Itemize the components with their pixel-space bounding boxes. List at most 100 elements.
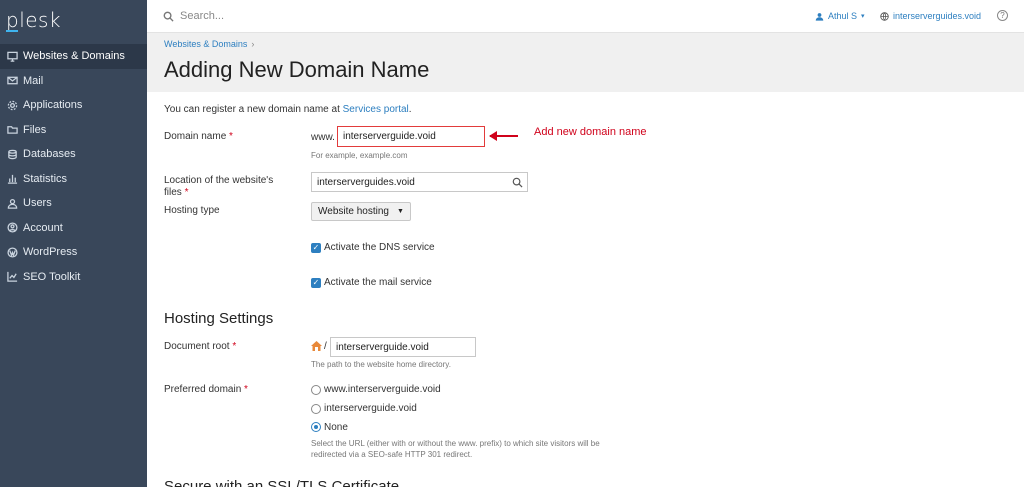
help-icon[interactable]: ? (997, 10, 1008, 21)
dns-checkbox-label: Activate the DNS service (324, 242, 435, 253)
sidebar-item-databases[interactable]: Databases (0, 142, 147, 167)
preferred-domain-label-text: Preferred domain (164, 384, 242, 395)
domain-name-input[interactable]: interserverguide.void (337, 126, 485, 147)
location-input[interactable]: interserverguides.void (311, 172, 528, 192)
sidebar-item-label: Databases (23, 148, 76, 161)
domain-name-label-text: Domain name (164, 131, 227, 142)
sidebar-item-seo-toolkit[interactable]: SEO Toolkit (0, 265, 147, 290)
required-mark: * (232, 341, 237, 352)
preferred-nowww-label: interserverguide.void (324, 403, 417, 414)
chevron-down-icon: ▼ (396, 208, 404, 215)
sidebar-item-statistics[interactable]: Statistics (0, 167, 147, 192)
preferred-none-label: None (324, 422, 348, 433)
sidebar-item-label: Websites & Domains (23, 50, 125, 63)
account-icon (6, 222, 18, 234)
breadcrumb: Websites & Domains › (164, 39, 254, 49)
annotation-text: Add new domain name (534, 126, 647, 138)
sidebar-item-files[interactable]: Files (0, 118, 147, 143)
preferred-none-radio[interactable] (311, 422, 321, 432)
globe-icon (880, 11, 889, 21)
preferred-domain-hint: Select the URL (either with or without t… (311, 438, 600, 460)
sidebar-item-label: WordPress (23, 246, 78, 259)
required-mark: * (244, 384, 248, 395)
sidebar-item-label: Statistics (23, 172, 68, 185)
seo-icon (6, 271, 18, 283)
preferred-nowww-radio[interactable] (311, 404, 321, 414)
home-icon (311, 341, 322, 351)
document-root-input[interactable]: interserverguide.void (330, 337, 476, 357)
document-root-hint: The path to the website home directory. (311, 360, 451, 369)
mail-checkbox[interactable]: ✓ (311, 278, 321, 288)
location-label: Location of the website's files * (164, 175, 273, 199)
www-prefix: www. (311, 132, 335, 143)
search-box[interactable]: Search... (163, 10, 224, 22)
breadcrumb-separator: › (251, 39, 255, 49)
subscription-name: interserverguides.void (893, 11, 982, 21)
main-content: You can register a new domain name at Se… (147, 92, 1024, 487)
sidebar-item-mail[interactable]: Mail (0, 69, 147, 94)
subscription-selector[interactable]: interserverguides.void (880, 11, 981, 21)
bar-chart-icon (6, 173, 18, 185)
search-icon (163, 11, 174, 22)
folder-icon (6, 124, 18, 136)
document-root-label-text: Document root (164, 341, 230, 352)
document-root-value: interserverguide.void (336, 341, 429, 353)
top-bar: Search... Athul S ▾ interserverguides.vo… (147, 0, 1024, 33)
preferred-hint-line2: redirected via a SEO-safe HTTP 301 redir… (311, 450, 473, 459)
user-icon (815, 12, 824, 21)
intro-text-end: . (408, 104, 412, 115)
required-mark: * (184, 187, 189, 198)
search-icon[interactable] (512, 177, 523, 188)
preferred-hint-line1: Select the URL (either with or without t… (311, 439, 600, 448)
hosting-type-value: Website hosting (318, 206, 389, 217)
sidebar-item-label: Files (23, 123, 47, 136)
sidebar-item-account[interactable]: Account (0, 216, 147, 241)
hosting-settings-title: Hosting Settings (164, 310, 274, 327)
sidebar-item-applications[interactable]: Applications (0, 93, 147, 118)
sidebar-nav: Websites & Domains Mail Applications Fil… (0, 44, 147, 289)
services-portal-link[interactable]: Services portal (343, 104, 409, 115)
sidebar-item-users[interactable]: Users (0, 191, 147, 216)
user-name: Athul S (828, 11, 858, 21)
preferred-domain-label: Preferred domain * (164, 384, 248, 395)
dns-checkbox[interactable]: ✓ (311, 243, 321, 253)
sidebar-item-wordpress[interactable]: WordPress (0, 240, 147, 265)
hosting-type-label: Hosting type (164, 205, 220, 216)
database-icon (6, 148, 18, 160)
page-header: Websites & Domains › Adding New Domain Na… (147, 33, 1024, 92)
breadcrumb-link[interactable]: Websites & Domains (164, 39, 247, 49)
intro-text-prefix: You can register a new domain name at (164, 104, 343, 115)
hosting-type-select[interactable]: Website hosting ▼ (311, 202, 411, 221)
gear-icon (6, 99, 18, 111)
sidebar-item-label: Mail (23, 74, 44, 87)
sidebar-item-label: Users (23, 197, 52, 210)
preferred-www-radio[interactable] (311, 385, 321, 395)
sidebar-item-websites-domains[interactable]: Websites & Domains (0, 44, 147, 69)
sidebar-item-label: SEO Toolkit (23, 270, 81, 283)
monitor-icon (6, 50, 18, 62)
location-label-line1: Location of the website's (164, 175, 274, 186)
user-menu[interactable]: Athul S ▾ (815, 11, 865, 21)
domain-name-label: Domain name * (164, 131, 233, 142)
location-value: interserverguides.void (317, 176, 415, 188)
user-icon (6, 197, 18, 209)
intro-text: You can register a new domain name at Se… (164, 104, 412, 115)
wordpress-icon (6, 246, 18, 258)
search-placeholder: Search... (180, 10, 225, 22)
chevron-down-icon: ▾ (861, 13, 865, 20)
domain-name-hint: For example, example.com (311, 151, 408, 160)
plesk-logo[interactable]: plesk (6, 8, 61, 32)
sidebar-item-label: Applications (23, 99, 83, 112)
annotation-arrow-icon (489, 131, 518, 141)
document-root-label: Document root * (164, 341, 236, 352)
required-mark: * (229, 131, 233, 142)
sidebar: plesk Websites & Domains Mail Applicatio… (0, 0, 147, 487)
mail-checkbox-label: Activate the mail service (324, 277, 432, 288)
logo-accent (6, 30, 18, 32)
location-label-line2: files (164, 187, 182, 198)
document-root-slash: / (324, 341, 327, 352)
sidebar-item-label: Account (23, 221, 63, 234)
domain-name-value: interserverguide.void (343, 131, 436, 142)
mail-icon (6, 75, 18, 87)
ssl-section-title: Secure with an SSL/TLS Certificate (164, 478, 400, 487)
